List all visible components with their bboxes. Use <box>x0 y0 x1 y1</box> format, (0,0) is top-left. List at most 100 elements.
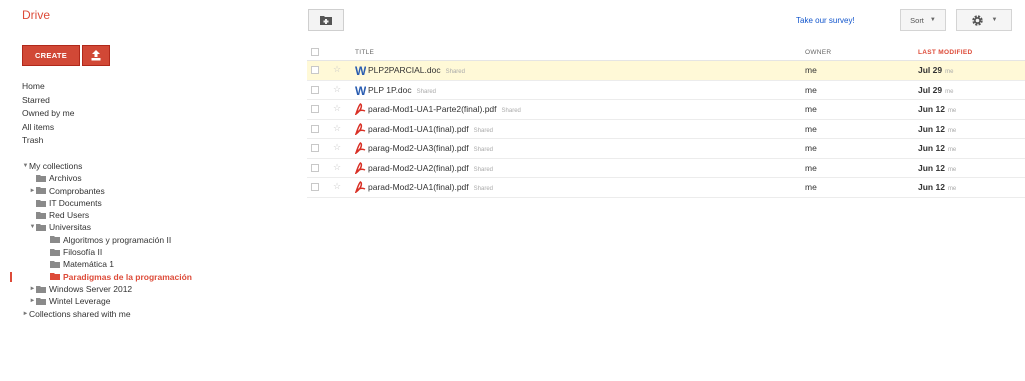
star-icon[interactable]: ☆ <box>333 64 341 75</box>
sidebar-nav: Home Starred Owned by me All items Trash <box>22 80 74 148</box>
folder-icon <box>50 236 60 244</box>
collection-item[interactable]: Red Users <box>0 209 300 221</box>
table-row[interactable]: ☆ parad-Mod1-UA1(final).pdf Shared me Jun 12… <box>307 120 1025 139</box>
collection-item[interactable]: ► Windows Server 2012 <box>0 283 300 295</box>
row-checkbox[interactable] <box>311 124 319 133</box>
header-title[interactable]: TITLE <box>355 49 374 56</box>
folder-icon <box>36 224 46 232</box>
sidebar-item-all-items[interactable]: All items <box>22 121 74 135</box>
row-checkbox[interactable] <box>311 66 319 74</box>
file-list: TITLE OWNER LAST MODIFIED ☆ W PLP2PARCIAL.… <box>307 44 1025 198</box>
gear-icon <box>971 14 983 26</box>
shared-badge: Shared <box>473 186 493 192</box>
star-icon[interactable]: ☆ <box>333 142 341 153</box>
file-name[interactable]: parag-Mod2-UA3(final).pdf Shared <box>368 143 493 153</box>
star-icon[interactable]: ☆ <box>333 181 341 192</box>
table-row[interactable]: ☆ parad-Mod2-UA1(final).pdf Shared me Jun 12… <box>307 178 1025 198</box>
collection-item[interactable]: ▼ Universitas <box>0 221 300 233</box>
file-name[interactable]: parad-Mod1-UA1(final).pdf Shared <box>368 124 493 134</box>
shared-badge: Shared <box>473 166 493 173</box>
table-row[interactable]: ☆ parad-Mod1-UA1-Parte2(final).pdf Shared m… <box>307 100 1025 120</box>
collection-item[interactable]: Matemática 1 <box>0 258 300 270</box>
sidebar-item-home[interactable]: Home <box>22 80 74 94</box>
file-owner: me <box>805 182 817 192</box>
sidebar-item-starred[interactable]: Starred <box>22 94 74 108</box>
collection-label: Matemática 1 <box>63 259 115 270</box>
collection-label: Red Users <box>49 210 90 221</box>
file-owner: me <box>805 65 817 75</box>
sort-label: Sort <box>910 15 924 25</box>
collection-item[interactable]: Paradigmas de la programación <box>0 271 300 283</box>
header-last-modified[interactable]: LAST MODIFIED <box>918 49 972 56</box>
folder-icon <box>36 187 46 195</box>
row-checkbox[interactable] <box>311 163 319 172</box>
collection-item[interactable]: ► Comprobantes <box>0 185 300 197</box>
my-collections-node[interactable]: ▼ My collections <box>0 160 300 172</box>
folder-icon <box>50 261 60 269</box>
app-logo[interactable]: Drive <box>22 8 50 22</box>
pdf-icon <box>355 103 366 115</box>
file-name[interactable]: parad-Mod1-UA1-Parte2(final).pdf Shared <box>368 104 521 114</box>
new-folder-button[interactable] <box>308 9 344 31</box>
pdf-icon <box>355 122 366 135</box>
pdf-icon <box>355 161 366 174</box>
star-icon[interactable]: ☆ <box>333 84 341 95</box>
collection-label: Comprobantes <box>49 185 105 196</box>
row-checkbox[interactable] <box>311 183 319 191</box>
table-row[interactable]: ☆ W PLP 1P.doc Shared me Jul 29 me <box>307 81 1025 100</box>
row-checkbox[interactable] <box>311 144 319 152</box>
file-modified: Jun 12 me <box>918 104 957 114</box>
collection-label: Filosofía II <box>63 247 103 258</box>
sidebar-item-trash[interactable]: Trash <box>22 134 74 148</box>
table-row[interactable]: ☆ W PLP2PARCIAL.doc Shared me Jul 29 me <box>307 61 1025 81</box>
folder-icon <box>50 273 60 281</box>
survey-link[interactable]: Take our survey! <box>796 16 855 25</box>
settings-button[interactable]: ▼ <box>956 9 1012 31</box>
collection-item[interactable]: Algoritmos y programación II <box>0 234 300 246</box>
shared-badge: Shared <box>501 108 521 114</box>
select-all-checkbox[interactable] <box>310 48 319 56</box>
file-owner: me <box>805 104 817 114</box>
collapse-arrow-icon[interactable]: ► <box>22 308 29 320</box>
collection-item[interactable]: Filosofía II <box>0 246 300 258</box>
chevron-down-icon: ▼ <box>991 17 998 23</box>
expand-arrow-icon[interactable]: ▼ <box>22 160 29 172</box>
expand-arrow-icon[interactable]: ► <box>29 185 36 197</box>
table-row[interactable]: ☆ parag-Mod2-UA3(final).pdf Shared me Jun 12… <box>307 139 1025 159</box>
row-checkbox[interactable] <box>311 105 319 113</box>
folder-icon <box>36 285 46 293</box>
expand-arrow-icon[interactable]: ▼ <box>29 221 36 233</box>
collection-item[interactable]: Archivos <box>0 172 300 184</box>
collections-tree: ▼ My collections Archivos ► Comprobantes IT… <box>0 160 300 320</box>
collection-label: Paradigmas de la programación <box>63 271 192 282</box>
create-button[interactable]: CREATE <box>22 45 80 66</box>
collection-item[interactable]: IT Documents <box>0 197 300 209</box>
file-name[interactable]: PLP2PARCIAL.doc Shared <box>368 65 465 75</box>
shared-collections-label: Collections shared with me <box>29 308 131 319</box>
upload-button[interactable] <box>82 45 110 66</box>
file-name[interactable]: parad-Mod2-UA2(final).pdf Shared <box>368 163 493 173</box>
file-name[interactable]: parad-Mod2-UA1(final).pdf Shared <box>368 182 493 192</box>
collection-label: IT Documents <box>49 197 102 208</box>
chevron-down-icon: ▼ <box>929 17 936 23</box>
file-name[interactable]: PLP 1P.doc Shared <box>368 85 436 95</box>
sidebar-item-owned-by-me[interactable]: Owned by me <box>22 107 74 121</box>
shared-collections-node[interactable]: ► Collections shared with me <box>0 308 300 320</box>
star-icon[interactable]: ☆ <box>333 162 341 173</box>
collection-item[interactable]: ► Wintel Leverage <box>0 295 300 307</box>
collection-label: Universitas <box>49 222 92 233</box>
upload-icon <box>91 50 101 61</box>
row-checkbox[interactable] <box>311 85 319 94</box>
pdf-icon <box>355 181 366 193</box>
star-icon[interactable]: ☆ <box>333 123 341 134</box>
expand-arrow-icon[interactable]: ► <box>29 283 36 295</box>
expand-arrow-icon[interactable]: ► <box>29 295 36 307</box>
sort-dropdown[interactable]: Sort ▼ <box>900 9 946 31</box>
shared-badge: Shared <box>473 127 493 134</box>
table-row[interactable]: ☆ parad-Mod2-UA2(final).pdf Shared me Jun 12… <box>307 159 1025 178</box>
folder-icon <box>36 199 46 207</box>
star-icon[interactable]: ☆ <box>333 103 341 114</box>
folder-icon <box>36 174 46 182</box>
header-owner[interactable]: OWNER <box>805 49 831 56</box>
word-doc-icon: W <box>355 64 366 76</box>
